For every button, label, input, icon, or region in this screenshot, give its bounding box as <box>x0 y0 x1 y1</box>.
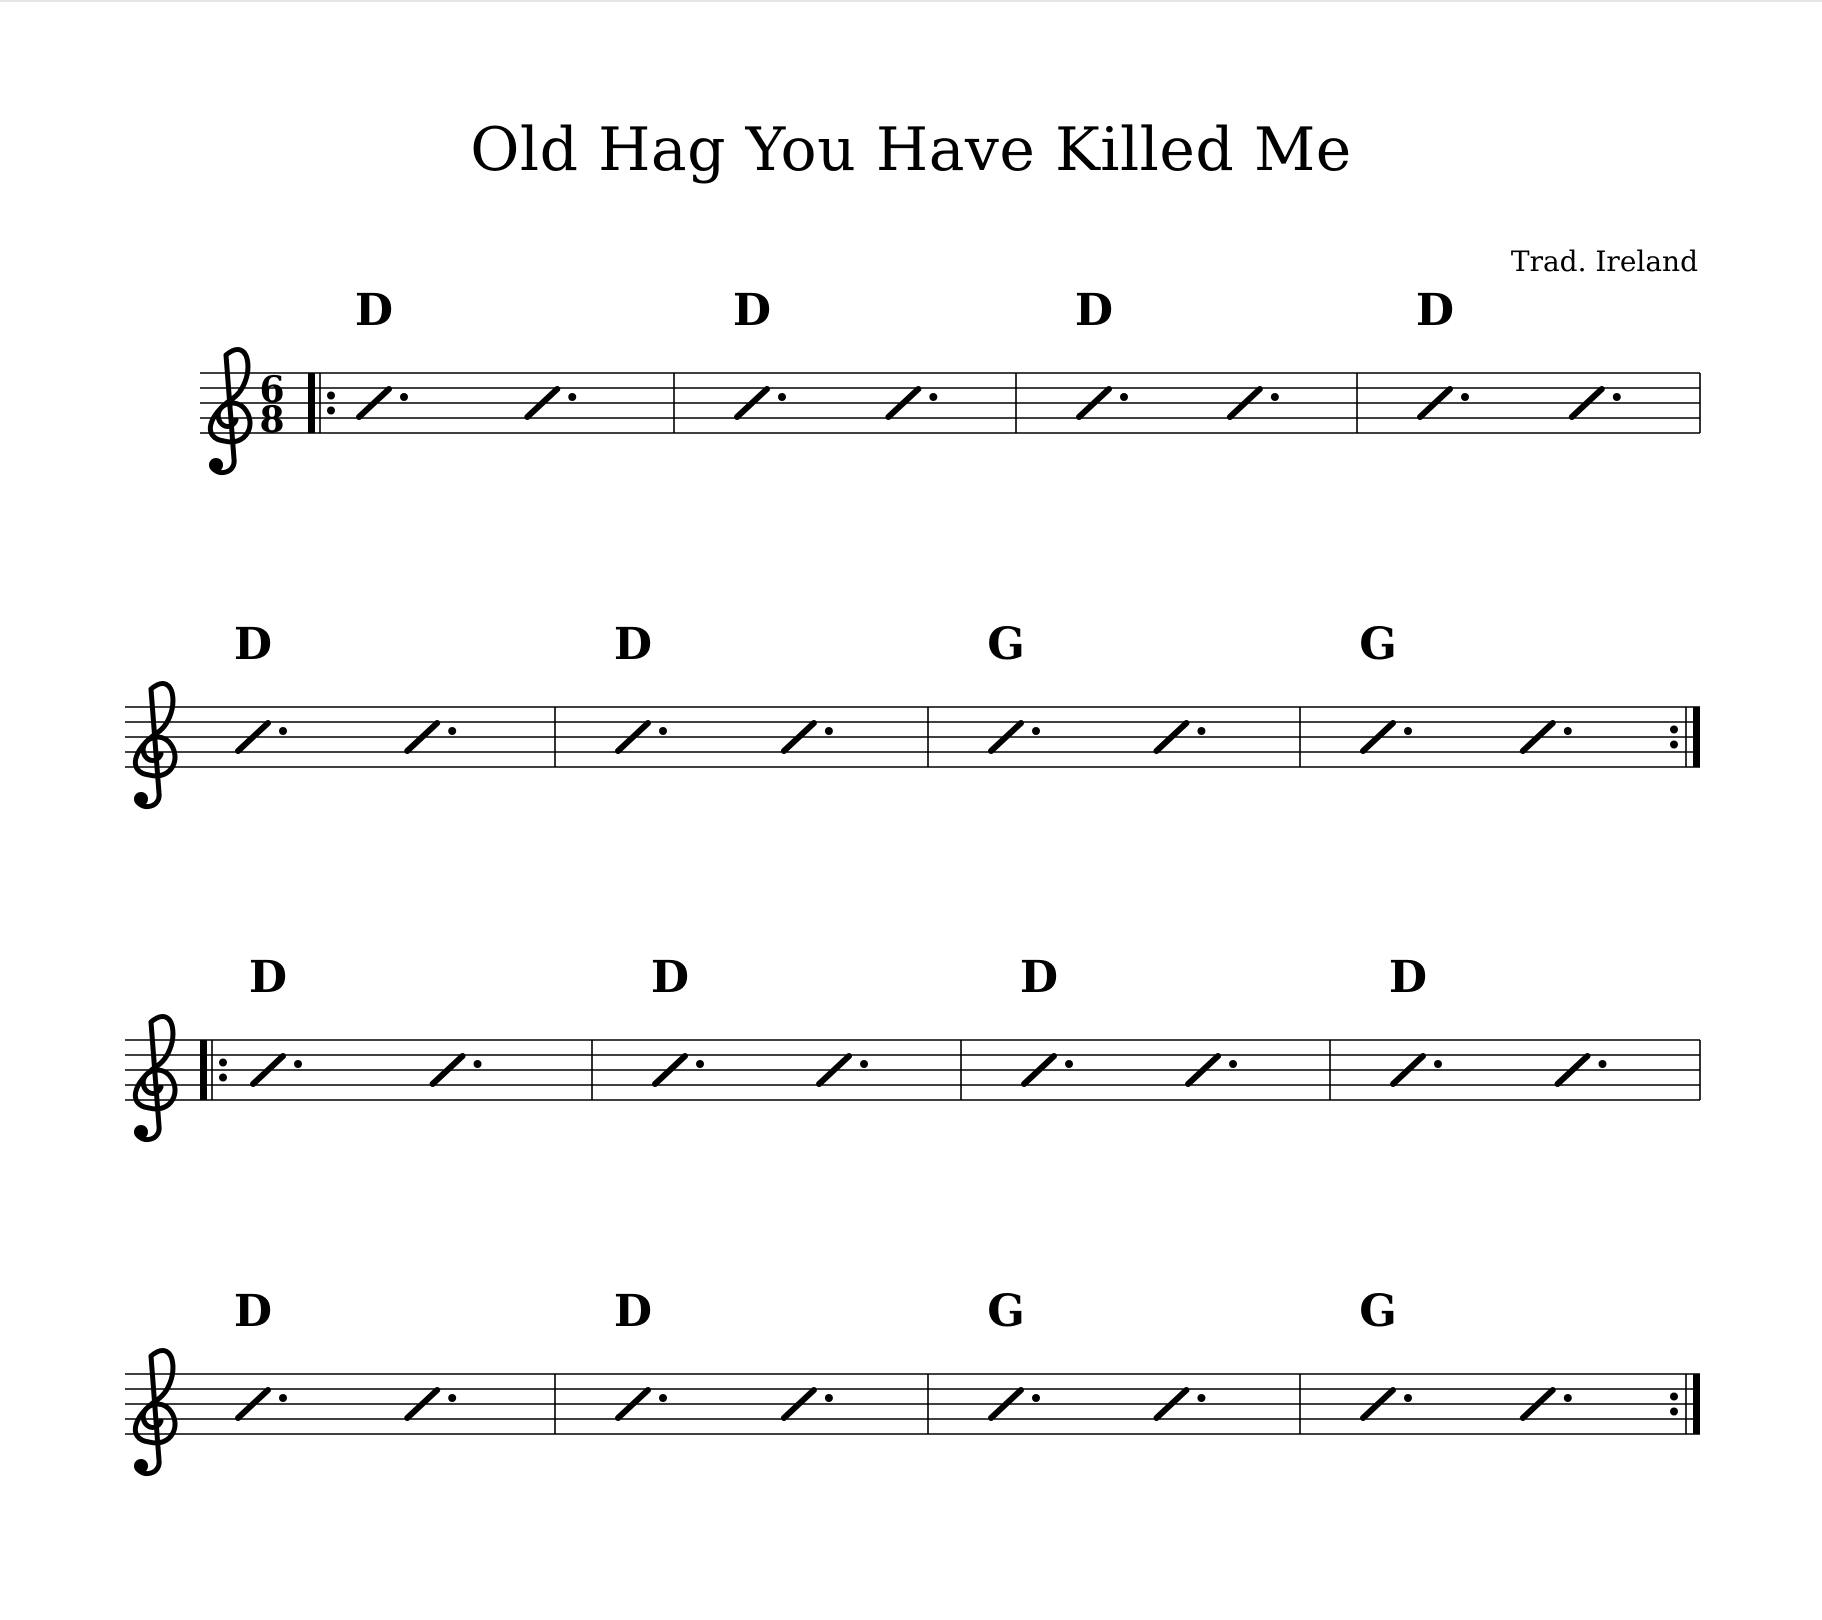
chord-symbol: D <box>614 619 652 670</box>
rhythm-dot <box>1197 1394 1206 1402</box>
rhythm-dot <box>1065 1060 1073 1068</box>
rhythm-dot <box>659 1394 667 1402</box>
repeat-dot <box>327 406 335 415</box>
rhythm-dot <box>1032 727 1040 735</box>
time-signature-denominator: 8 <box>259 399 284 441</box>
rhythm-dot <box>929 393 938 401</box>
chord-symbol: D <box>249 952 287 1003</box>
rhythm-dot <box>778 393 786 401</box>
repeat-dot <box>219 1058 227 1067</box>
rhythm-dot <box>1563 1394 1572 1402</box>
rhythm-dot <box>448 1394 457 1402</box>
treble-clef-ball <box>134 1125 148 1139</box>
rhythm-dot <box>1229 1060 1238 1068</box>
repeat-dot <box>1670 740 1678 749</box>
thick-barline <box>200 1040 207 1100</box>
chord-symbol: D <box>1020 952 1058 1003</box>
chord-symbol: G <box>987 1286 1025 1337</box>
treble-clef <box>207 347 253 476</box>
treble-clef-ball <box>134 1459 148 1473</box>
rhythm-dot <box>1120 393 1128 401</box>
rhythm-dot <box>1563 727 1572 735</box>
rhythm-dot <box>1461 393 1469 401</box>
thick-barline <box>308 373 315 433</box>
chord-symbol: G <box>987 619 1025 670</box>
rhythm-dot <box>1032 1394 1040 1402</box>
rhythm-dot <box>568 393 577 401</box>
thick-barline <box>1693 1374 1700 1434</box>
rhythm-dot <box>1598 1060 1607 1068</box>
rhythm-dot <box>448 727 457 735</box>
repeat-dot <box>1670 1392 1678 1401</box>
rhythm-dot <box>294 1060 302 1068</box>
chord-symbol: D <box>1075 285 1113 336</box>
rhythm-dot <box>1434 1060 1442 1068</box>
treble-clef <box>132 1348 178 1477</box>
repeat-dot <box>1670 1407 1678 1416</box>
chord-symbol: D <box>1416 285 1454 336</box>
rhythm-dot <box>1404 1394 1412 1402</box>
rhythm-dot <box>659 727 667 735</box>
rhythm-dot <box>279 1394 287 1402</box>
chord-symbol: D <box>355 285 393 336</box>
score-canvas: 68D D D DD D G GD D D DD D G G <box>125 285 1701 1477</box>
treble-clef <box>132 681 178 810</box>
rhythm-dot <box>860 1060 869 1068</box>
rhythm-dot <box>279 727 287 735</box>
rhythm-dot <box>696 1060 704 1068</box>
chord-symbol: D <box>234 1286 272 1337</box>
chord-symbol: D <box>1389 952 1427 1003</box>
rhythm-dot <box>1197 727 1206 735</box>
treble-clef-ball <box>209 458 223 472</box>
treble-clef-ball <box>134 792 148 806</box>
chord-symbol: G <box>1359 1286 1397 1337</box>
rhythm-dot <box>1612 393 1621 401</box>
rhythm-dot <box>824 727 833 735</box>
chord-symbol: D <box>733 285 771 336</box>
chord-symbol: D <box>651 952 689 1003</box>
rhythm-dot <box>824 1394 833 1402</box>
repeat-dot <box>219 1073 227 1082</box>
treble-clef <box>132 1014 178 1143</box>
chord-symbol: D <box>234 619 272 670</box>
repeat-dot <box>1670 725 1678 734</box>
repeat-dot <box>327 391 335 400</box>
rhythm-dot <box>400 393 408 401</box>
thick-barline <box>1693 707 1700 767</box>
rhythm-dot <box>473 1060 482 1068</box>
chord-symbol: G <box>1359 619 1397 670</box>
chord-symbol: D <box>614 1286 652 1337</box>
rhythm-dot <box>1404 727 1412 735</box>
rhythm-dot <box>1270 393 1279 401</box>
